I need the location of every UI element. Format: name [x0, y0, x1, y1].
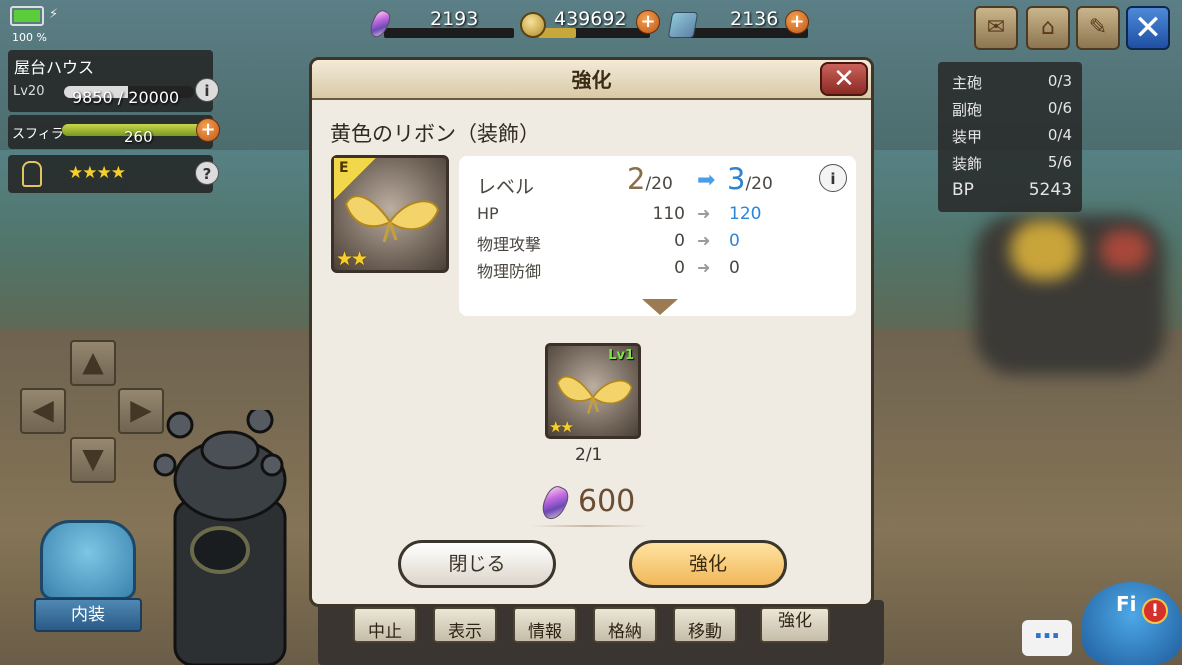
house-info-panel: 屋台ハウス Lv20 9850 / 20000	[8, 50, 213, 112]
material-count: 2136	[730, 8, 779, 30]
slot-row: 副砲 0/6	[952, 99, 1072, 119]
house-level: Lv20	[13, 84, 45, 99]
arrow-right-icon: ▶	[130, 393, 152, 426]
item-icon[interactable]: E ★★	[331, 155, 449, 273]
stat-label: 物理攻撃	[477, 235, 542, 254]
stat-current: 0	[674, 258, 685, 278]
close-screen-button[interactable]: ✕	[1126, 6, 1170, 50]
edit-button[interactable]: ✎	[1076, 6, 1120, 50]
slot-row: 装飾 5/6	[952, 153, 1072, 173]
action-move-button[interactable]: 移動	[673, 607, 737, 643]
rank-stars: ★★★★	[68, 163, 126, 183]
crystal-resource: 2193	[366, 7, 516, 42]
stat-next: 120	[729, 204, 762, 224]
arrow-right-icon: ➜	[697, 258, 711, 277]
gold-add-button[interactable]: +	[636, 10, 660, 34]
ellipsis-icon: …	[1034, 615, 1060, 645]
crystal-count: 2193	[430, 8, 479, 30]
level-current: 2/20	[627, 162, 673, 196]
action-enhance-button[interactable]: 強化	[760, 607, 830, 643]
enhance-button[interactable]: 強化	[629, 540, 787, 588]
dpad-up-button[interactable]: ▲	[70, 340, 116, 386]
interior-chair-icon	[40, 520, 136, 600]
slot-stats-panel: 主砲 0/3 副砲 0/6 装甲 0/4 装飾 5/6 BP 5243	[938, 62, 1082, 212]
lantern-icon	[22, 161, 42, 187]
level-next: 3/20	[727, 162, 773, 196]
tower-building	[153, 410, 287, 665]
stat-label: HP	[477, 204, 499, 223]
spira-panel: スフィラ 260	[8, 115, 213, 149]
material-stack-icon	[667, 12, 699, 38]
background-figure	[1010, 220, 1080, 280]
arrow-down-icon: ▼	[82, 442, 104, 475]
stat-current: 0	[674, 231, 685, 251]
stat-next: 0	[729, 231, 740, 251]
bp-row: BP 5243	[952, 180, 1072, 200]
arrow-left-icon: ◀	[32, 393, 54, 426]
house-name: 屋台ハウス	[14, 58, 95, 77]
close-icon: ✕	[833, 64, 855, 94]
battery-percent: 100 %	[12, 31, 47, 44]
arrow-right-icon: ➜	[697, 204, 711, 223]
battery-icon	[10, 6, 44, 26]
stat-current: 110	[652, 204, 685, 224]
slot-row: 装甲 0/4	[952, 126, 1072, 146]
charging-icon: ⚡	[49, 7, 59, 22]
stat-comparison-box: レベル 2/20 ➡ 3/20 i HP 110 ➜ 120 物理攻撃 0 ➜ …	[459, 156, 856, 316]
spira-add-button[interactable]: +	[196, 118, 220, 142]
material-count: 2/1	[575, 445, 603, 465]
gold-count: 439692	[554, 8, 627, 30]
action-show-button[interactable]: 表示	[433, 607, 497, 643]
chat-button[interactable]: …	[1022, 617, 1072, 656]
material-add-button[interactable]: +	[785, 10, 809, 34]
item-stars: ★★	[336, 248, 368, 270]
dialog-close-text-button[interactable]: 閉じる	[398, 540, 556, 588]
rank-panel: ★★★★	[8, 155, 213, 193]
brush-icon: ✎	[1088, 15, 1108, 40]
gold-coin-icon	[520, 12, 546, 38]
arrow-right-icon: ➜	[697, 231, 711, 250]
gift-box-icon: ⌂	[1041, 15, 1055, 40]
enhance-dialog: 強化 ✕ 黄色のリボン（装飾） E ★★ レベル 2/20 ➡ 3/20 i H…	[309, 57, 874, 607]
arrow-up-icon: ▲	[82, 345, 104, 378]
dialog-close-button[interactable]: ✕	[820, 62, 868, 96]
alert-badge-icon: !	[1142, 598, 1168, 624]
dialog-title: 強化	[312, 60, 871, 100]
stat-info-button[interactable]: i	[819, 164, 847, 192]
spira-value: 260	[124, 128, 153, 146]
cost-divider	[530, 525, 648, 527]
house-info-button[interactable]: i	[195, 78, 219, 102]
item-name: 黄色のリボン（装飾）	[330, 122, 540, 146]
level-label: レベル	[477, 176, 535, 198]
envelope-icon: ✉	[986, 15, 1006, 40]
interior-button[interactable]: 内装	[34, 598, 142, 632]
material-stars: ★★	[549, 418, 574, 436]
enhance-cost: 600	[578, 484, 636, 519]
material-item-icon[interactable]: Lv1 ★★	[545, 343, 641, 439]
crystal-icon	[537, 482, 573, 524]
expand-chevron-icon[interactable]	[642, 299, 678, 315]
exp-text: 9850 / 20000	[72, 88, 180, 107]
dpad-left-button[interactable]: ◀	[20, 388, 66, 434]
stat-label: 物理防御	[477, 262, 542, 281]
rank-help-button[interactable]: ?	[195, 161, 219, 185]
action-store-button[interactable]: 格納	[593, 607, 657, 643]
gift-button[interactable]: ⌂	[1026, 6, 1070, 50]
action-cancel-button[interactable]: 中止	[353, 607, 417, 643]
background-figure-red	[1100, 230, 1150, 270]
npc-label: Fi	[1116, 592, 1137, 616]
spira-label: スフィラ	[12, 127, 64, 142]
level-arrow-icon: ➡	[697, 168, 716, 193]
mail-button[interactable]: ✉	[974, 6, 1018, 50]
stat-next: 0	[729, 258, 740, 278]
dpad-down-button[interactable]: ▼	[70, 437, 116, 483]
close-icon: ✕	[1133, 8, 1163, 48]
slot-row: 主砲 0/3	[952, 72, 1072, 92]
action-info-button[interactable]: 情報	[513, 607, 577, 643]
